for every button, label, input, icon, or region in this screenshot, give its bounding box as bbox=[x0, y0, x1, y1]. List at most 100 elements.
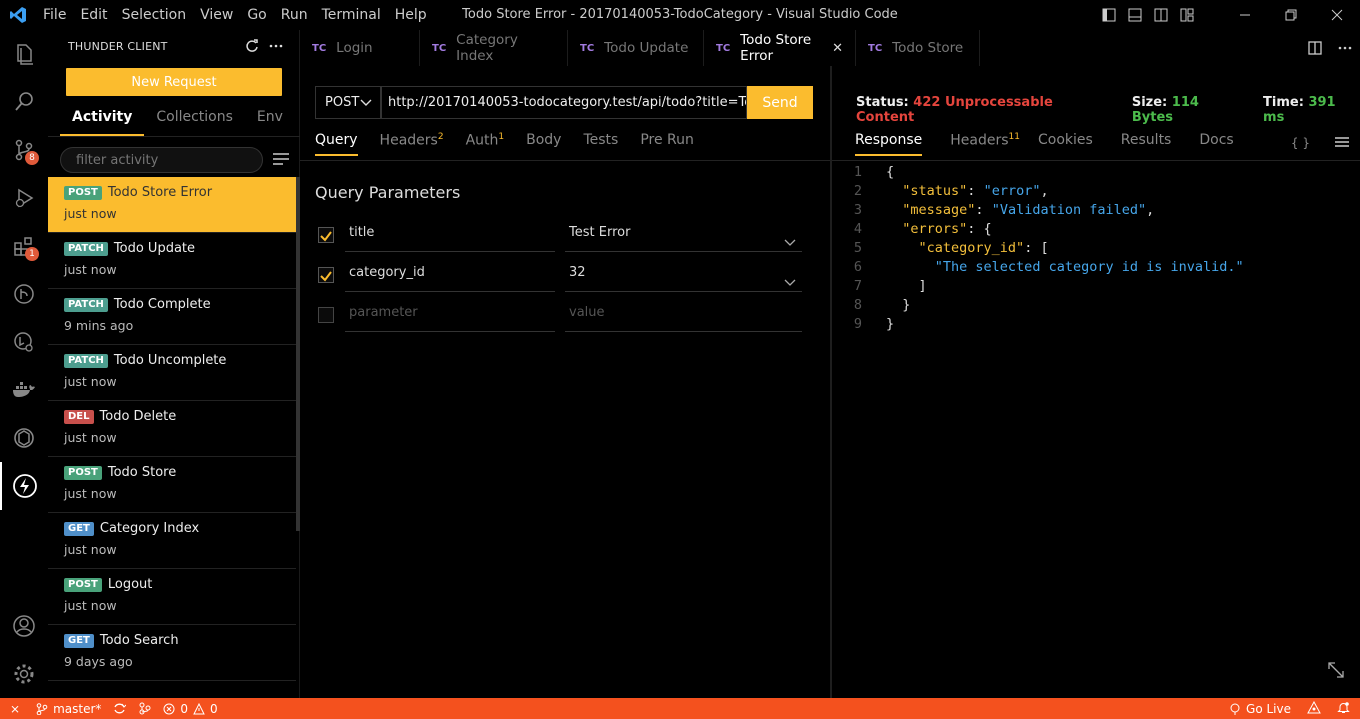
param-value-input[interactable]: Test Error bbox=[565, 216, 802, 252]
method-select[interactable]: POST bbox=[315, 86, 381, 119]
settings-gear-icon[interactable] bbox=[0, 650, 48, 698]
tab-env[interactable]: Env bbox=[245, 106, 295, 136]
menu-help[interactable]: Help bbox=[388, 0, 434, 30]
param-checkbox[interactable] bbox=[318, 307, 334, 323]
menu-selection[interactable]: Selection bbox=[115, 0, 194, 30]
tab-todo-update[interactable]: TC Todo Update bbox=[568, 30, 704, 66]
new-request-button[interactable]: New Request bbox=[66, 68, 282, 96]
filter-activity-input[interactable] bbox=[60, 147, 263, 173]
param-key-input[interactable]: category_id bbox=[345, 256, 555, 292]
accounts-status-icon[interactable] bbox=[1307, 700, 1321, 717]
param-checkbox[interactable] bbox=[318, 227, 334, 243]
toggle-panel-icon[interactable] bbox=[1122, 0, 1148, 30]
refresh-icon[interactable] bbox=[245, 38, 259, 57]
request-name: Todo Update bbox=[113, 241, 196, 256]
editor-more-icon[interactable] bbox=[1330, 41, 1360, 55]
go-live-label: Go Live bbox=[1246, 701, 1291, 716]
tab-body[interactable]: Body bbox=[526, 132, 561, 156]
search-icon[interactable] bbox=[0, 78, 48, 126]
response-tabs: Response Headers11 Cookies Results Docs bbox=[855, 132, 1262, 156]
tab-todo-store[interactable]: TC Todo Store bbox=[856, 30, 980, 66]
menu-run[interactable]: Run bbox=[274, 0, 315, 30]
menu-terminal[interactable]: Terminal bbox=[315, 0, 388, 30]
thunder-client-icon[interactable] bbox=[0, 462, 48, 510]
remote-icon[interactable]: ⨯ bbox=[10, 702, 20, 716]
account-icon[interactable] bbox=[0, 602, 48, 650]
toggle-secondary-sidebar-icon[interactable] bbox=[1148, 0, 1174, 30]
toggle-sidebar-icon[interactable] bbox=[1096, 0, 1122, 30]
go-live-button[interactable]: Go Live bbox=[1229, 702, 1291, 716]
menu-go[interactable]: Go bbox=[240, 0, 273, 30]
tab-query[interactable]: Query bbox=[315, 132, 358, 156]
filter-menu-icon[interactable] bbox=[272, 151, 290, 170]
activity-item[interactable]: POST Todo Store Error just now bbox=[48, 177, 296, 233]
url-input[interactable]: http://20170140053-todocategory.test/api… bbox=[381, 86, 747, 119]
tab-todo-store-error[interactable]: TC Todo Store Error ✕ bbox=[704, 30, 856, 66]
status-label: Status: bbox=[856, 95, 909, 110]
headers-count: 11 bbox=[1008, 132, 1020, 142]
tab-docs[interactable]: Docs bbox=[1199, 132, 1233, 156]
activity-item[interactable]: POST Logout just now bbox=[48, 569, 296, 625]
request-name: Todo Search bbox=[99, 633, 179, 648]
sync-icon[interactable] bbox=[113, 702, 127, 715]
activity-item[interactable]: PATCH Todo Complete 9 mins ago bbox=[48, 289, 296, 345]
more-actions-icon[interactable] bbox=[269, 38, 283, 57]
close-tab-icon[interactable]: ✕ bbox=[832, 41, 843, 56]
expand-icon[interactable] bbox=[1326, 660, 1346, 684]
tab-response-headers[interactable]: Headers11 bbox=[950, 132, 1020, 156]
tab-response[interactable]: Response bbox=[855, 132, 923, 156]
menu-edit[interactable]: Edit bbox=[73, 0, 114, 30]
restore-icon[interactable] bbox=[1268, 0, 1314, 30]
param-key-input[interactable]: parameter bbox=[345, 296, 555, 332]
param-key-input[interactable]: title bbox=[345, 216, 555, 252]
tab-activity[interactable]: Activity bbox=[60, 106, 145, 136]
param-checkbox[interactable] bbox=[318, 267, 334, 283]
ai-assistant-icon[interactable] bbox=[0, 414, 48, 462]
response-menu-icon[interactable] bbox=[1334, 136, 1350, 151]
branch-status[interactable]: master* bbox=[36, 702, 101, 716]
close-window-icon[interactable] bbox=[1314, 0, 1360, 30]
git-graph-status-icon[interactable] bbox=[138, 702, 151, 715]
notifications-bell-icon[interactable] bbox=[1337, 701, 1350, 717]
activity-item[interactable]: PATCH Todo Uncomplete just now bbox=[48, 345, 296, 401]
activity-item[interactable]: GET Category Index just now bbox=[48, 513, 296, 569]
docker-icon[interactable] bbox=[0, 366, 48, 414]
method-badge: DEL bbox=[64, 409, 94, 424]
request-name: Category Index bbox=[99, 521, 200, 536]
remote-explorer-icon[interactable] bbox=[0, 318, 48, 366]
tab-label: Headers bbox=[950, 132, 1009, 149]
git-graph-icon[interactable] bbox=[0, 270, 48, 318]
tab-category-index[interactable]: TC Category Index bbox=[420, 30, 568, 66]
customize-layout-icon[interactable] bbox=[1174, 0, 1200, 30]
activity-item[interactable]: GET Todo Search 9 days ago bbox=[48, 625, 296, 681]
request-name: Todo Delete bbox=[99, 409, 177, 424]
explorer-icon[interactable] bbox=[0, 30, 48, 78]
tab-login[interactable]: TC Login bbox=[300, 30, 420, 66]
send-button[interactable]: Send bbox=[747, 86, 813, 119]
activity-item[interactable]: DEL Todo Delete just now bbox=[48, 401, 296, 457]
tab-headers[interactable]: Headers2 bbox=[380, 132, 444, 156]
line-number: 4 bbox=[853, 221, 862, 237]
menu-file[interactable]: File bbox=[36, 0, 73, 30]
menu-view[interactable]: View bbox=[193, 0, 240, 30]
run-debug-icon[interactable] bbox=[0, 174, 48, 222]
split-editor-icon[interactable] bbox=[1300, 41, 1330, 55]
tab-auth[interactable]: Auth1 bbox=[466, 132, 505, 156]
param-value-input[interactable]: 32 bbox=[565, 256, 802, 292]
sidebar-title: THUNDER CLIENT bbox=[68, 40, 168, 53]
tab-cookies[interactable]: Cookies bbox=[1038, 132, 1093, 156]
braces-icon[interactable]: { } bbox=[1291, 136, 1310, 151]
extensions-icon[interactable]: 1 bbox=[0, 222, 48, 270]
tab-collections[interactable]: Collections bbox=[144, 106, 245, 136]
tab-tests[interactable]: Tests bbox=[583, 132, 618, 156]
activity-item[interactable]: POST Todo Store just now bbox=[48, 457, 296, 513]
param-value-input[interactable]: value bbox=[565, 296, 802, 332]
tc-badge-icon: TC bbox=[432, 42, 447, 54]
tab-results[interactable]: Results bbox=[1121, 132, 1172, 156]
problems-status[interactable]: 00 bbox=[163, 702, 218, 716]
activity-item[interactable]: PATCH Todo Update just now bbox=[48, 233, 296, 289]
tab-pre-run[interactable]: Pre Run bbox=[640, 132, 694, 156]
line-number: 9 bbox=[853, 316, 862, 332]
minimize-icon[interactable] bbox=[1222, 0, 1268, 30]
source-control-icon[interactable]: 8 bbox=[0, 126, 48, 174]
